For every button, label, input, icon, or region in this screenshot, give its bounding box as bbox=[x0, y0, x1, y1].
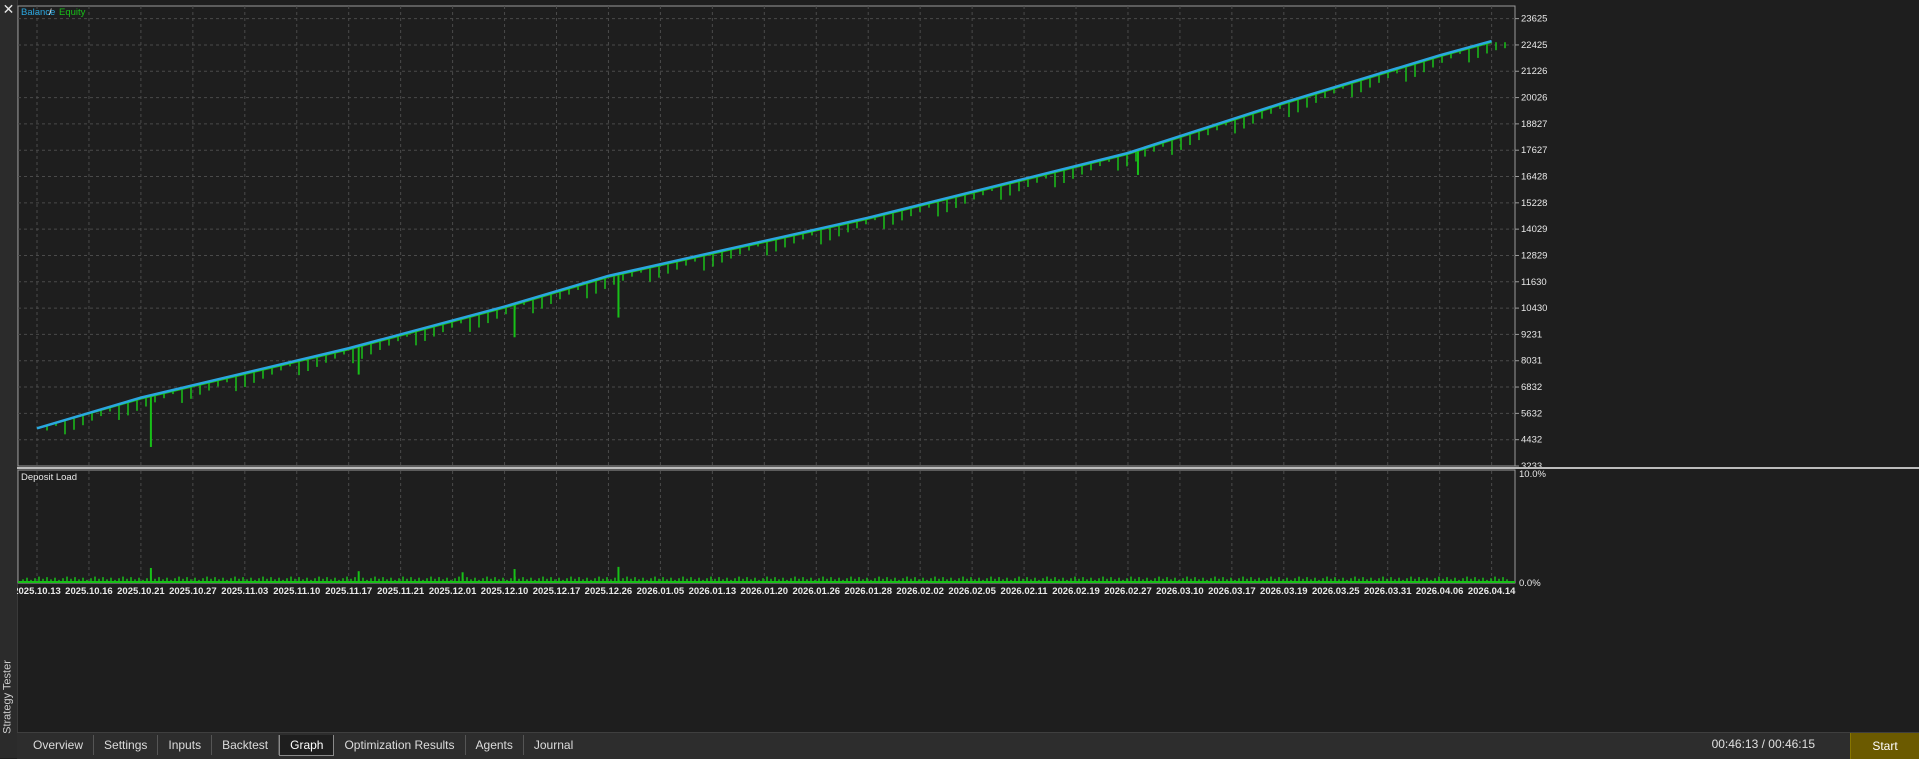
date-label: 2025.10.13 bbox=[17, 586, 61, 597]
date-label: 2026.01.13 bbox=[689, 586, 737, 597]
date-label: 2025.10.27 bbox=[169, 586, 217, 597]
date-label: 2026.03.25 bbox=[1312, 586, 1360, 597]
tab-settings[interactable]: Settings bbox=[94, 735, 159, 755]
y-tick-label: 12829 bbox=[1521, 250, 1547, 261]
start-button[interactable]: Start bbox=[1850, 733, 1919, 759]
date-label: 2025.11.10 bbox=[273, 586, 320, 597]
y-tick-label: 18827 bbox=[1521, 119, 1547, 130]
date-label: 2025.10.16 bbox=[65, 586, 113, 597]
date-label: 2025.11.17 bbox=[325, 586, 372, 597]
y-tick-label: 21226 bbox=[1521, 66, 1547, 77]
tester-tab-bar: Overview Settings Inputs Backtest Graph … bbox=[17, 732, 1919, 759]
tab-overview[interactable]: Overview bbox=[23, 735, 95, 755]
date-label: 2026.01.05 bbox=[637, 586, 685, 597]
date-label: 2026.02.27 bbox=[1104, 586, 1152, 597]
tester-graph: 23625 22425 21226 20026 18827 17627 16428 15228… bbox=[17, 5, 1919, 597]
tab-backtest[interactable]: Backtest bbox=[212, 735, 280, 755]
y-tick-label: 4432 bbox=[1521, 435, 1542, 446]
y-tick-label: 22425 bbox=[1521, 40, 1547, 51]
date-label: 2026.03.31 bbox=[1364, 586, 1412, 597]
date-label: 2025.12.26 bbox=[585, 586, 633, 597]
y-tick-label: 23625 bbox=[1521, 14, 1547, 25]
y-tick-label: 16428 bbox=[1521, 172, 1547, 183]
y-tick-label: 20026 bbox=[1521, 93, 1547, 104]
date-axis: 2025.10.13 2025.10.16 2025.10.21 2025.10.27… bbox=[17, 586, 1516, 597]
tab-list: Overview Settings Inputs Backtest Graph … bbox=[23, 735, 583, 756]
date-label: 2026.03.17 bbox=[1208, 586, 1256, 597]
tab-agents[interactable]: Agents bbox=[466, 735, 524, 755]
date-label: 2026.04.14 bbox=[1468, 586, 1516, 597]
tab-graph[interactable]: Graph bbox=[279, 735, 335, 756]
y-tick-label: 9231 bbox=[1521, 329, 1542, 340]
date-label: 2025.11.21 bbox=[377, 586, 425, 597]
date-label: 2025.12.17 bbox=[533, 586, 581, 597]
date-label: 2026.01.28 bbox=[844, 586, 892, 597]
strategy-tester-label: Strategy Tester bbox=[1, 660, 14, 734]
date-label: 2025.10.21 bbox=[117, 586, 165, 597]
date-label: 2026.02.02 bbox=[896, 586, 944, 597]
date-label: 2026.01.20 bbox=[741, 586, 789, 597]
deposit-load-label: Deposit Load bbox=[21, 472, 77, 483]
date-label: 2025.12.01 bbox=[429, 586, 477, 597]
y-tick-label: 15228 bbox=[1521, 198, 1547, 209]
date-label: 2026.02.11 bbox=[1001, 586, 1049, 597]
tab-inputs[interactable]: Inputs bbox=[158, 735, 213, 755]
balance-y-axis: 23625 22425 21226 20026 18827 17627 16428 15228… bbox=[1515, 14, 1547, 472]
legend-equity: Equity bbox=[59, 7, 86, 18]
date-label: 2026.03.19 bbox=[1260, 586, 1308, 597]
date-label: 2025.11.03 bbox=[221, 586, 268, 597]
y-tick-label: 5632 bbox=[1521, 408, 1542, 419]
date-label: 2026.04.06 bbox=[1416, 586, 1464, 597]
deposit-axis-bottom: 0.0% bbox=[1519, 578, 1541, 589]
deposit-axis-top: 10.0% bbox=[1519, 469, 1546, 480]
date-label: 2026.01.26 bbox=[792, 586, 840, 597]
legend-separator: / bbox=[49, 7, 52, 18]
side-panel-strip: ✕ Strategy Tester bbox=[0, 0, 18, 758]
y-tick-label: 11630 bbox=[1521, 277, 1547, 288]
y-tick-label: 17627 bbox=[1521, 145, 1547, 156]
date-label: 2026.03.10 bbox=[1156, 586, 1204, 597]
tab-journal[interactable]: Journal bbox=[524, 735, 583, 755]
date-label: 2025.12.10 bbox=[481, 586, 529, 597]
balance-panel-bg bbox=[17, 5, 1516, 467]
elapsed-timer: 00:46:13 / 00:46:15 bbox=[1711, 737, 1815, 751]
y-tick-label: 14029 bbox=[1521, 224, 1547, 235]
y-tick-label: 10430 bbox=[1521, 303, 1547, 314]
date-label: 2026.02.05 bbox=[948, 586, 996, 597]
y-tick-label: 6832 bbox=[1521, 382, 1542, 393]
date-label: 2026.02.19 bbox=[1052, 586, 1100, 597]
deposit-panel-bg bbox=[17, 469, 1516, 584]
tab-optimization-results[interactable]: Optimization Results bbox=[334, 735, 466, 755]
close-icon[interactable]: ✕ bbox=[2, 2, 15, 16]
y-tick-label: 8031 bbox=[1521, 356, 1542, 367]
